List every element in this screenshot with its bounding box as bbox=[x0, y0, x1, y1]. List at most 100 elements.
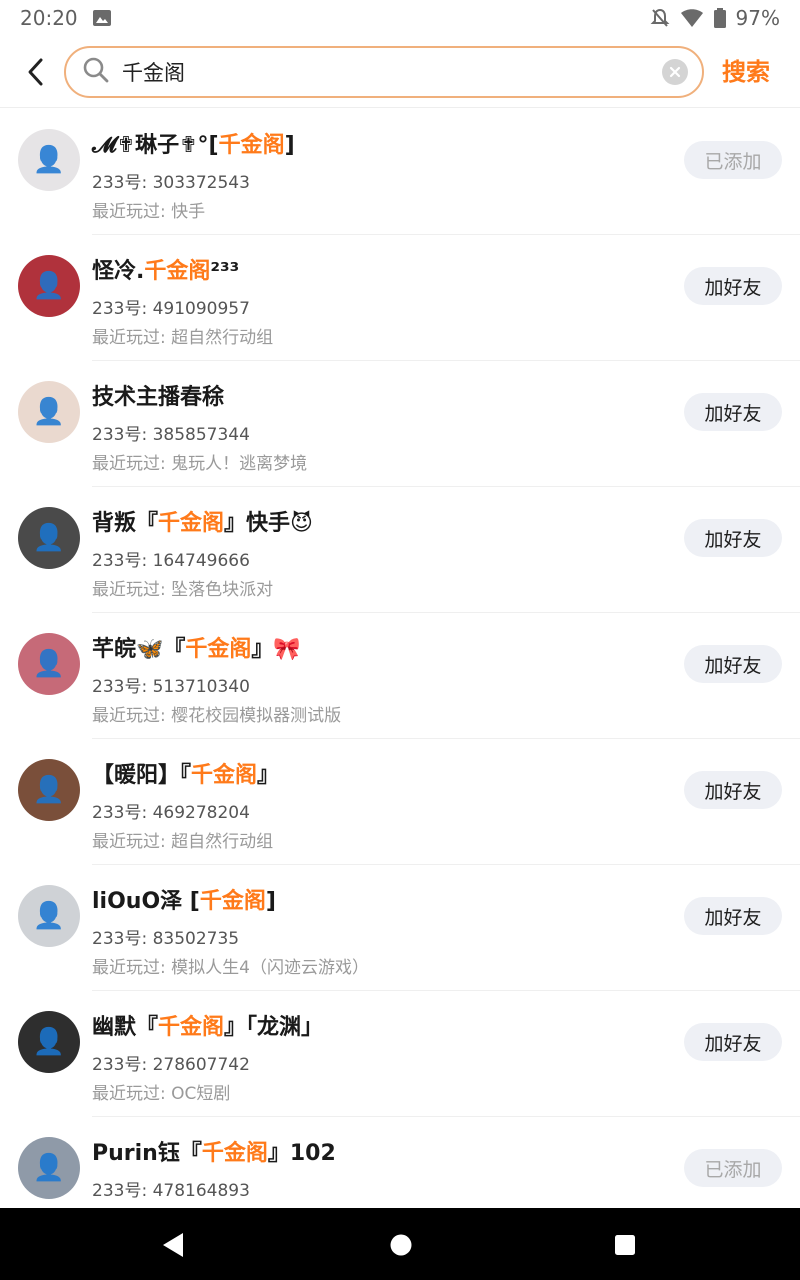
navigation-bar bbox=[0, 1208, 800, 1280]
search-input[interactable]: 千金阁 bbox=[64, 46, 704, 98]
user-avatar-icon: 👤 bbox=[32, 901, 66, 931]
list-item[interactable]: 👤 幽默『千金阁』「龙渊」 233号: 278607742 最近玩过: OC短剧… bbox=[0, 991, 800, 1117]
user-id: 233号: 469278204 bbox=[92, 803, 250, 823]
battery-icon bbox=[713, 8, 726, 28]
user-avatar-icon: 👤 bbox=[32, 271, 66, 301]
add-friend-button[interactable]: 加好友 bbox=[684, 393, 782, 431]
user-name-part: 幽默『 bbox=[92, 1015, 159, 1040]
added-button[interactable]: 已添加 bbox=[684, 141, 782, 179]
user-id: 233号: 385857344 bbox=[92, 425, 250, 445]
recently-played: 最近玩过: 超自然行动组 bbox=[92, 328, 274, 348]
recently-played: 最近玩过: 樱花校园模拟器测试版 bbox=[92, 706, 342, 726]
user-avatar-icon: 👤 bbox=[32, 775, 66, 805]
clear-search-icon[interactable] bbox=[662, 59, 688, 85]
avatar[interactable]: 👤 bbox=[18, 885, 80, 947]
add-friend-button[interactable]: 加好友 bbox=[684, 267, 782, 305]
add-friend-button[interactable]: 加好友 bbox=[684, 1023, 782, 1061]
avatar[interactable]: 👤 bbox=[18, 129, 80, 191]
user-name: liOuO泽 [千金阁] bbox=[92, 883, 276, 915]
user-id: 233号: 513710340 bbox=[92, 677, 250, 697]
back-arrow-icon bbox=[28, 58, 43, 85]
add-friend-button[interactable]: 加好友 bbox=[684, 519, 782, 557]
user-name-highlight: 千金阁 bbox=[158, 511, 225, 536]
user-name-highlight: 千金阁 bbox=[191, 763, 258, 788]
user-name-highlight: 千金阁 bbox=[201, 1141, 268, 1166]
user-name: 𝓜✟琳子✟°[千金阁] bbox=[92, 127, 295, 159]
user-id: 233号: 491090957 bbox=[92, 299, 250, 319]
image-notification-icon bbox=[92, 9, 112, 27]
list-item[interactable]: 👤 技术主播春稌 233号: 385857344 最近玩过: 鬼玩人！逃离梦境 … bbox=[0, 361, 800, 487]
recents-square-icon bbox=[615, 1235, 635, 1255]
user-name-highlight: 千金阁 bbox=[185, 637, 252, 662]
search-icon bbox=[82, 56, 110, 88]
status-bar: 20:20 97% bbox=[0, 0, 800, 36]
user-name: 幽默『千金阁』「龙渊」 bbox=[92, 1009, 323, 1041]
user-avatar-icon: 👤 bbox=[32, 145, 66, 175]
recently-played: 最近玩过: 坠落色块派对 bbox=[92, 580, 274, 600]
avatar[interactable]: 👤 bbox=[18, 381, 80, 443]
home-circle-icon bbox=[390, 1234, 412, 1256]
nav-back-button[interactable] bbox=[158, 1230, 188, 1260]
list-item[interactable]: 👤 怪冷.千金阁²³³ 233号: 491090957 最近玩过: 超自然行动组… bbox=[0, 235, 800, 361]
user-avatar-icon: 👤 bbox=[32, 649, 66, 679]
back-triangle-icon bbox=[163, 1233, 183, 1257]
recently-played: 最近玩过: 快手 bbox=[92, 202, 206, 222]
user-name: 芊皖🦋『千金阁』🎀 bbox=[92, 631, 301, 663]
user-name: 背叛『千金阁』快手😈 bbox=[92, 505, 313, 537]
recently-played: 最近玩过: 超自然行动组 bbox=[92, 832, 274, 852]
user-name-part: Purin钰『 bbox=[92, 1141, 202, 1166]
list-item[interactable]: 👤 【暖阳】『千金阁』 233号: 469278204 最近玩过: 超自然行动组… bbox=[0, 739, 800, 865]
user-name-part: 𝓜✟琳子✟°[ bbox=[92, 133, 219, 158]
user-id: 233号: 478164893 bbox=[92, 1181, 250, 1201]
user-name-part: 』「龙渊」 bbox=[224, 1015, 324, 1040]
user-name-part: 【暖阳】『 bbox=[92, 763, 192, 788]
search-button[interactable]: 搜索 bbox=[722, 52, 770, 87]
recently-played: 最近玩过: OC短剧 bbox=[92, 1084, 231, 1104]
avatar[interactable]: 👤 bbox=[18, 759, 80, 821]
avatar[interactable]: 👤 bbox=[18, 633, 80, 695]
user-name: 【暖阳】『千金阁』 bbox=[92, 757, 279, 789]
user-id: 233号: 303372543 bbox=[92, 173, 250, 193]
nav-recents-button[interactable] bbox=[610, 1230, 640, 1260]
avatar[interactable]: 👤 bbox=[18, 255, 80, 317]
avatar[interactable]: 👤 bbox=[18, 1137, 80, 1199]
user-name: Purin钰『千金阁』102 bbox=[92, 1135, 336, 1167]
add-friend-button[interactable]: 加好友 bbox=[684, 645, 782, 683]
user-name-part: 背叛『 bbox=[92, 511, 159, 536]
recently-played: 最近玩过: 鬼玩人！逃离梦境 bbox=[92, 454, 308, 474]
user-name-part: ²³³ bbox=[210, 259, 240, 284]
list-item[interactable]: 👤 背叛『千金阁』快手😈 233号: 164749666 最近玩过: 坠落色块派… bbox=[0, 487, 800, 613]
list-item[interactable]: 👤 liOuO泽 [千金阁] 233号: 83502735 最近玩过: 模拟人生… bbox=[0, 865, 800, 991]
wifi-icon bbox=[680, 8, 704, 28]
notifications-off-icon bbox=[650, 8, 670, 28]
user-name-highlight: 千金阁 bbox=[144, 259, 211, 284]
list-item[interactable]: 👤 𝓜✟琳子✟°[千金阁] 233号: 303372543 最近玩过: 快手 已… bbox=[0, 109, 800, 235]
list-item[interactable]: 👤 芊皖🦋『千金阁』🎀 233号: 513710340 最近玩过: 樱花校园模拟… bbox=[0, 613, 800, 739]
user-name: 技术主播春稌 bbox=[92, 379, 224, 411]
search-query[interactable]: 千金阁 bbox=[122, 57, 662, 87]
avatar[interactable]: 👤 bbox=[18, 1011, 80, 1073]
recently-played: 最近玩过: 模拟人生4（闪迹云游戏） bbox=[92, 958, 369, 978]
user-name-highlight: 千金阁 bbox=[199, 889, 266, 914]
add-friend-button[interactable]: 加好友 bbox=[684, 771, 782, 809]
user-name-highlight: 千金阁 bbox=[218, 133, 285, 158]
user-name-part: ] bbox=[284, 133, 295, 158]
user-name: 怪冷.千金阁²³³ bbox=[92, 253, 239, 285]
user-name-part: 怪冷. bbox=[92, 259, 145, 284]
user-name-part: 』102 bbox=[267, 1141, 336, 1166]
list-item[interactable]: 👤 Purin钰『千金阁』102 233号: 478164893 已添加 bbox=[0, 1117, 800, 1208]
added-button[interactable]: 已添加 bbox=[684, 1149, 782, 1187]
user-id: 233号: 164749666 bbox=[92, 551, 250, 571]
avatar[interactable]: 👤 bbox=[18, 507, 80, 569]
back-button[interactable] bbox=[6, 42, 66, 102]
user-name-part: 』快手😈 bbox=[224, 511, 313, 536]
nav-home-button[interactable] bbox=[386, 1230, 416, 1260]
search-header: 千金阁 搜索 bbox=[0, 36, 800, 108]
user-id: 233号: 278607742 bbox=[92, 1055, 250, 1075]
user-name-part: 』 bbox=[257, 763, 280, 788]
battery-percent: 97% bbox=[735, 6, 780, 30]
user-avatar-icon: 👤 bbox=[32, 523, 66, 553]
user-avatar-icon: 👤 bbox=[32, 1027, 66, 1057]
add-friend-button[interactable]: 加好友 bbox=[684, 897, 782, 935]
user-avatar-icon: 👤 bbox=[32, 397, 66, 427]
